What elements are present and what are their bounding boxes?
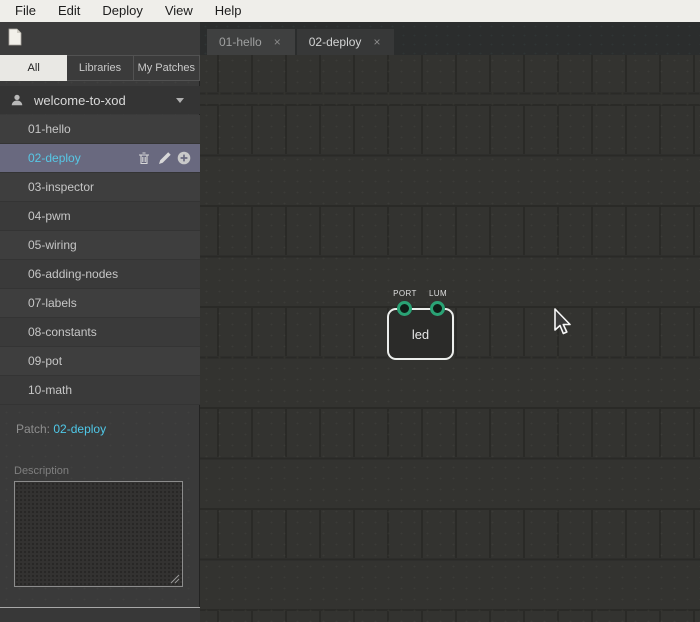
patch-item-label: 08-constants <box>28 325 97 339</box>
patch-item-label: 09-pot <box>28 354 62 368</box>
menu-help[interactable]: Help <box>205 0 252 22</box>
patch-item-10-math[interactable]: 10-math <box>0 376 200 405</box>
pin-lum[interactable] <box>430 301 445 316</box>
patch-item-02-deploy[interactable]: 02-deploy <box>0 144 200 173</box>
patch-item-05-wiring[interactable]: 05-wiring <box>0 231 200 260</box>
tab-label: 01-hello <box>219 35 262 49</box>
patch-item-09-pot[interactable]: 09-pot <box>0 347 200 376</box>
editor-tab-bar: 01-hello × 02-deploy × <box>200 22 700 55</box>
editor-tab-01-hello[interactable]: 01-hello × <box>207 29 295 55</box>
description-label: Description <box>14 465 69 477</box>
patch-item-label: 02-deploy <box>28 151 81 165</box>
patch-item-label: 10-math <box>28 383 72 397</box>
pin-label-lum: LUM <box>421 289 455 298</box>
project-selector[interactable]: welcome-to-xod <box>0 86 200 114</box>
patch-item-label: 04-pwm <box>28 209 71 223</box>
sidebar-footer <box>0 607 200 622</box>
filter-tab-libraries[interactable]: Libraries <box>67 55 133 81</box>
close-tab-icon[interactable]: × <box>371 35 382 49</box>
filter-tab-all[interactable]: All <box>0 55 67 81</box>
pin-label-port: PORT <box>388 289 422 298</box>
mouse-cursor <box>553 308 575 338</box>
patch-item-label: 03-inspector <box>28 180 94 194</box>
patch-item-03-inspector[interactable]: 03-inspector <box>0 173 200 202</box>
pin-port[interactable] <box>397 301 412 316</box>
close-tab-icon[interactable]: × <box>272 35 283 49</box>
node-label: led <box>412 327 429 342</box>
patch-list: 01-hello 02-deploy <box>0 115 200 405</box>
menu-file[interactable]: File <box>5 0 46 22</box>
sidebar: All Libraries My Patches welcome-to-xod … <box>0 22 200 622</box>
tab-label: 02-deploy <box>309 35 362 49</box>
patch-item-label: 05-wiring <box>28 238 77 252</box>
patch-item-04-pwm[interactable]: 04-pwm <box>0 202 200 231</box>
menu-view[interactable]: View <box>155 0 203 22</box>
trash-icon <box>138 152 150 165</box>
chevron-down-icon <box>176 98 184 103</box>
add-circle-icon <box>177 151 191 165</box>
patch-row-actions <box>136 150 192 166</box>
new-patch-button[interactable] <box>8 28 22 46</box>
menu-deploy[interactable]: Deploy <box>92 0 152 22</box>
patch-item-01-hello[interactable]: 01-hello <box>0 115 200 144</box>
patch-item-06-adding-nodes[interactable]: 06-adding-nodes <box>0 260 200 289</box>
patch-item-07-labels[interactable]: 07-labels <box>0 289 200 318</box>
menu-edit[interactable]: Edit <box>48 0 90 22</box>
node-led[interactable]: PORT LUM led <box>387 308 454 360</box>
patch-info-label: Patch: <box>16 422 50 436</box>
project-name: welcome-to-xod <box>34 93 176 108</box>
patch-item-label: 06-adding-nodes <box>28 267 118 281</box>
sidebar-toolbar <box>0 22 200 56</box>
patch-info-value[interactable]: 02-deploy <box>53 422 106 436</box>
pencil-icon <box>158 152 171 165</box>
rename-patch-button[interactable] <box>156 150 172 166</box>
description-input[interactable] <box>14 481 183 587</box>
patch-item-label: 01-hello <box>28 122 71 136</box>
new-document-icon <box>8 28 22 46</box>
user-icon <box>10 93 24 107</box>
add-patch-button[interactable] <box>176 150 192 166</box>
patch-canvas[interactable]: PORT LUM led <box>200 55 700 622</box>
menu-bar: File Edit Deploy View Help <box>0 0 700 22</box>
filter-tab-my-patches[interactable]: My Patches <box>134 55 200 81</box>
sidebar-filter-tabs: All Libraries My Patches <box>0 55 200 81</box>
patch-item-08-constants[interactable]: 08-constants <box>0 318 200 347</box>
current-patch-info: Patch: 02-deploy <box>16 422 106 436</box>
delete-patch-button[interactable] <box>136 150 152 166</box>
editor-tab-02-deploy[interactable]: 02-deploy × <box>297 29 395 55</box>
patch-item-label: 07-labels <box>28 296 77 310</box>
